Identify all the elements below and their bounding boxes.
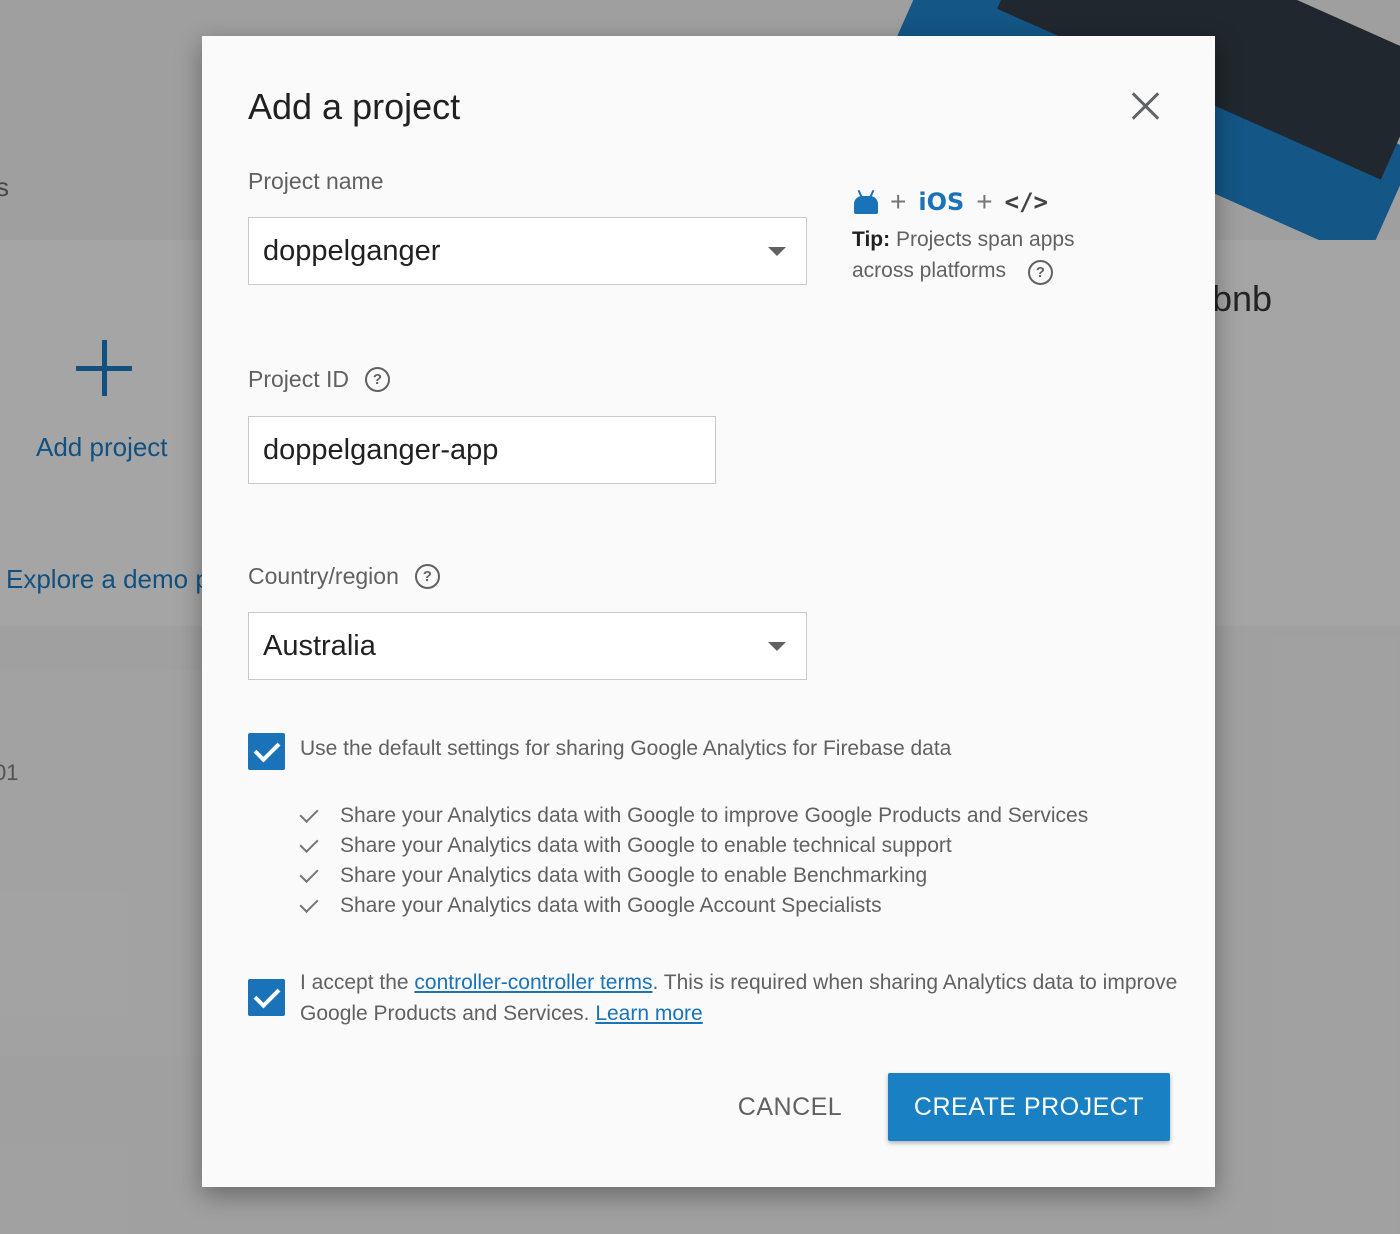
check-icon — [299, 803, 319, 823]
terms-link[interactable]: controller-controller terms — [414, 971, 652, 994]
country-value: Australia — [263, 629, 376, 662]
chevron-down-icon[interactable] — [768, 247, 786, 256]
chevron-down-icon[interactable] — [768, 642, 786, 651]
learn-more-link[interactable]: Learn more — [595, 1002, 702, 1025]
create-project-button[interactable]: CREATE PROJECT — [888, 1073, 1170, 1141]
terms-label: I accept the controller-controller terms… — [300, 971, 1178, 1025]
project-name-combobox[interactable]: doppelganger — [248, 217, 807, 285]
android-icon — [854, 196, 878, 214]
plus-icon: + — [976, 186, 993, 217]
country-select[interactable]: Australia — [248, 612, 807, 680]
terms-checkbox[interactable] — [248, 979, 285, 1016]
check-icon — [299, 893, 319, 913]
check-icon — [299, 863, 319, 883]
project-id-value: doppelganger-app — [263, 433, 499, 466]
project-name-value: doppelganger — [263, 234, 441, 267]
project-id-label: Project ID ? — [248, 366, 390, 393]
ios-icon: iOS — [918, 188, 965, 216]
web-code-icon: </> — [1004, 188, 1048, 216]
project-name-label: Project name — [248, 168, 384, 194]
analytics-sharing-list: Share your Analytics data with Google to… — [296, 801, 1088, 921]
project-id-input[interactable]: doppelganger-app — [248, 416, 716, 484]
add-project-dialog: Add a project Project name doppelganger … — [202, 36, 1215, 1187]
analytics-default-checkbox[interactable] — [248, 733, 285, 770]
plus-icon: + — [890, 186, 907, 217]
list-item: Share your Analytics data with Google to… — [296, 861, 1088, 891]
close-icon[interactable] — [1126, 86, 1166, 126]
list-item: Share your Analytics data with Google to… — [296, 831, 1088, 861]
help-icon[interactable]: ? — [414, 564, 440, 589]
country-label: Country/region ? — [248, 563, 440, 590]
help-icon[interactable]: ? — [364, 367, 390, 392]
analytics-default-label: Use the default settings for sharing Goo… — [300, 737, 952, 760]
check-icon — [299, 833, 319, 853]
platform-icons: + iOS + </> — [854, 186, 1048, 218]
list-item: Share your Analytics data with Google Ac… — [296, 891, 1088, 921]
cancel-button[interactable]: CANCEL — [712, 1074, 868, 1140]
dialog-title: Add a project — [248, 86, 461, 127]
tip-text: Tip: Projects span apps across platforms… — [852, 224, 1112, 286]
list-item: Share your Analytics data with Google to… — [296, 801, 1088, 831]
help-icon[interactable]: ? — [1027, 260, 1053, 285]
